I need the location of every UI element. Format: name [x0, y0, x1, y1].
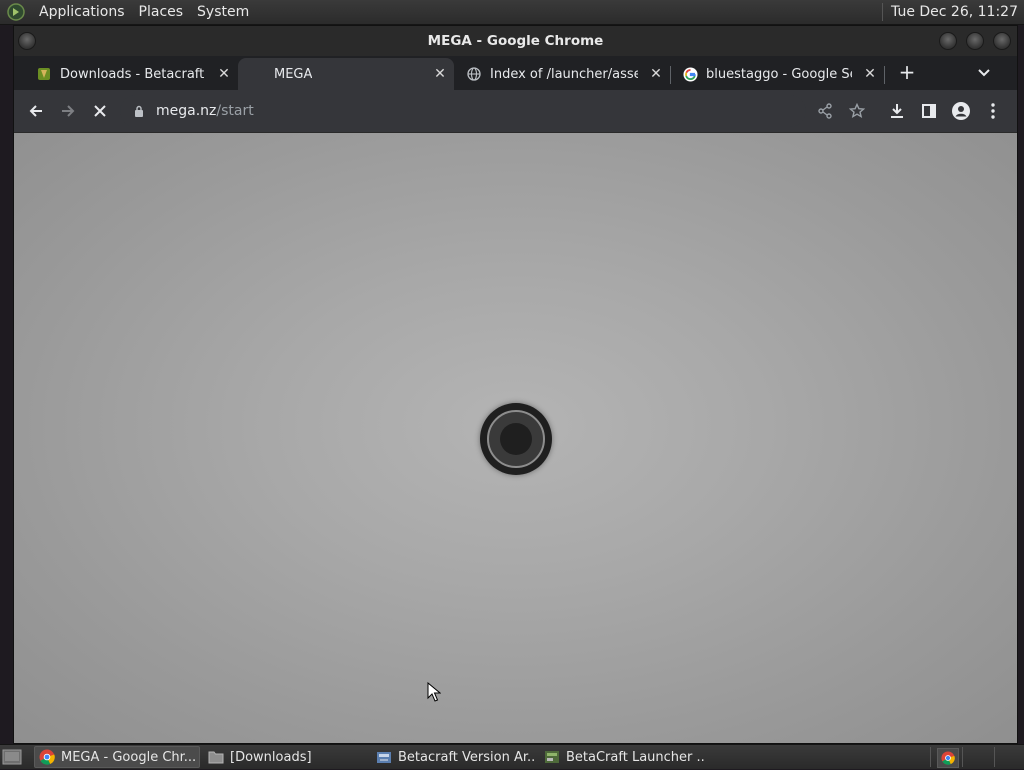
clock-area[interactable]: Tue Dec 26, 11:27 [882, 0, 1018, 24]
tab-search-chevron-icon[interactable] [974, 63, 994, 83]
url-host: mega.nz [156, 103, 217, 119]
lock-icon[interactable] [132, 104, 146, 118]
taskbar-item-downloads[interactable]: [Downloads] [204, 746, 370, 768]
mouse-pointer-icon [427, 682, 441, 702]
close-icon[interactable]: ✕ [648, 66, 664, 82]
browser-window: MEGA - Google Chrome Downloads - Betacra… [13, 25, 1018, 744]
close-window-button[interactable] [993, 32, 1011, 50]
betacraft-icon [36, 66, 52, 82]
tab-separator [884, 66, 885, 84]
clock[interactable]: Tue Dec 26, 11:27 [891, 4, 1018, 20]
task-label: Betacraft Version Ar... [398, 749, 536, 765]
tab-label: MEGA [274, 66, 313, 82]
profile-avatar-icon[interactable] [951, 101, 971, 121]
taskbar-item-betacraft-launcher[interactable]: BetaCraft Launcher ... [540, 746, 706, 768]
side-panel-icon[interactable] [919, 101, 939, 121]
globe-icon [466, 66, 482, 82]
taskbar-item-chrome[interactable]: MEGA - Google Chr... [34, 746, 200, 768]
close-icon[interactable]: ✕ [432, 66, 448, 82]
tab-mega[interactable]: MEGA ✕ [238, 58, 454, 90]
task-label: BetaCraft Launcher ... [566, 749, 706, 765]
panel-separator [882, 3, 884, 21]
bookmark-star-icon[interactable] [847, 101, 867, 121]
stop-loading-icon[interactable] [90, 101, 110, 121]
google-icon [682, 66, 698, 82]
tab-label: Index of /launcher/assets/ [490, 66, 638, 82]
tab-downloads-betacraft[interactable]: Downloads - Betacraft ✕ [20, 58, 238, 90]
java-icon [376, 749, 392, 765]
download-icon[interactable] [887, 101, 907, 121]
menu-places[interactable]: Places [132, 4, 191, 20]
close-icon[interactable]: ✕ [216, 66, 232, 82]
share-icon[interactable] [815, 101, 835, 121]
window-title: MEGA - Google Chrome [427, 33, 604, 49]
new-tab-button[interactable]: + [897, 62, 917, 82]
task-label: MEGA - Google Chr... [61, 749, 197, 765]
window-menu-button[interactable] [18, 32, 36, 50]
loading-spinner-icon [480, 403, 552, 475]
page-content[interactable] [14, 133, 1017, 743]
maximize-button[interactable] [966, 32, 984, 50]
show-desktop-icon[interactable] [2, 748, 22, 766]
task-label: [Downloads] [230, 749, 312, 765]
folder-icon [208, 749, 224, 765]
spinner-core [500, 423, 532, 455]
tray-separator [930, 747, 931, 767]
tab-label: bluestaggo - Google Search [706, 66, 852, 82]
minimize-button[interactable] [939, 32, 957, 50]
betacraft-launcher-icon [544, 749, 560, 765]
menu-system[interactable]: System [190, 4, 256, 20]
menu-kebab-icon[interactable] [983, 101, 1003, 121]
taskbar: MEGA - Google Chr... [Downloads] Betacra… [0, 744, 1024, 769]
menu-applications[interactable]: Applications [32, 4, 132, 20]
browser-toolbar: mega.nz/start [14, 90, 1017, 133]
window-titlebar[interactable]: MEGA - Google Chrome [14, 26, 1017, 56]
tab-label: Downloads - Betacraft [60, 66, 205, 82]
tab-index-launcher-assets[interactable]: Index of /launcher/assets/ ✕ [454, 58, 670, 90]
tray-separator [994, 747, 995, 767]
workspace-switcher-chrome-icon[interactable] [937, 748, 959, 768]
url-path: /start [216, 103, 254, 119]
address-bar[interactable]: mega.nz/start [120, 95, 806, 127]
tab-google-search[interactable]: bluestaggo - Google Search ✕ [670, 58, 884, 90]
close-icon[interactable]: ✕ [862, 66, 878, 82]
taskbar-item-betacraft-version[interactable]: Betacraft Version Ar... [372, 746, 536, 768]
chrome-icon [39, 749, 55, 765]
top-panel: Applications Places System Tue Dec 26, 1… [0, 0, 1024, 25]
distro-logo-icon[interactable] [6, 2, 26, 22]
tab-strip: Downloads - Betacraft ✕ MEGA ✕ Index of … [14, 56, 1017, 90]
tray-separator [962, 747, 963, 767]
forward-arrow-icon[interactable] [58, 101, 78, 121]
back-arrow-icon[interactable] [26, 101, 46, 121]
